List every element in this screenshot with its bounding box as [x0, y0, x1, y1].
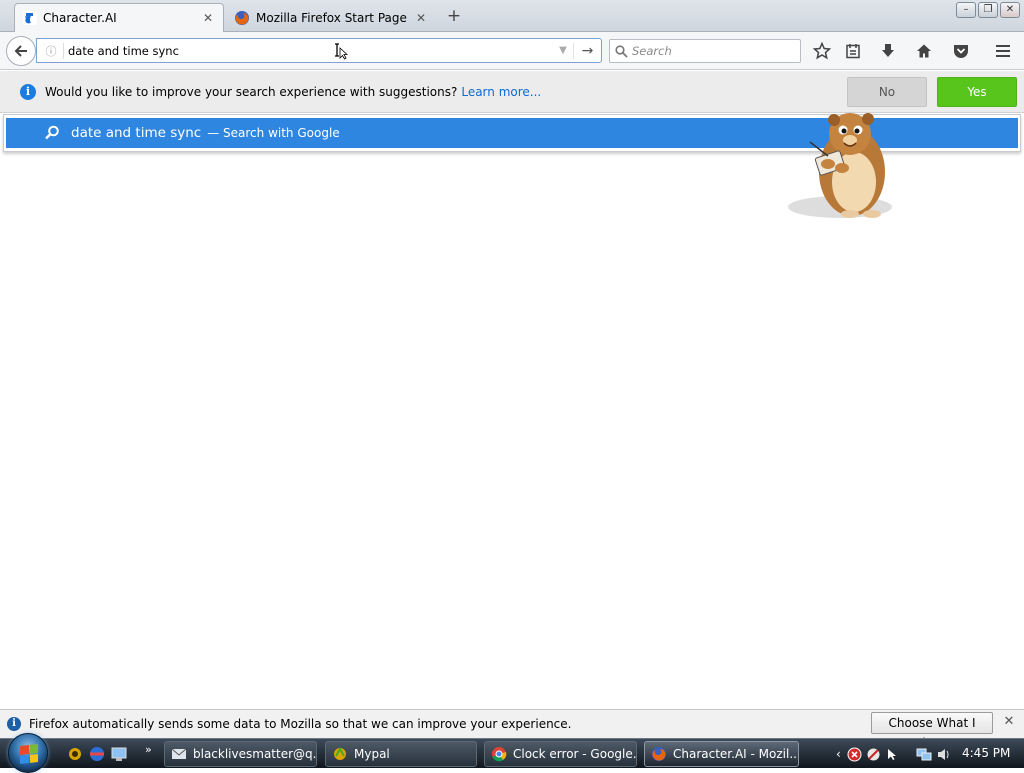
chrome-icon	[492, 747, 507, 762]
pocket-icon[interactable]	[948, 39, 974, 63]
bookmark-star-icon[interactable]	[809, 39, 835, 63]
minimize-icon[interactable]: –	[956, 2, 976, 18]
security-alert-icon[interactable]	[847, 747, 862, 762]
close-icon[interactable]: ✕	[1002, 714, 1016, 732]
home-icon[interactable]	[911, 39, 937, 63]
autocomplete-action: — Search with Google	[207, 126, 340, 140]
close-tab-icon[interactable]: ✕	[414, 11, 428, 25]
url-separator	[63, 42, 64, 59]
taskbar-item-firefox[interactable]: Character.AI - Mozil...	[644, 741, 799, 767]
system-tray: ‹	[836, 739, 952, 769]
taskbar-item-label: Clock error - Google...	[513, 747, 637, 761]
close-window-icon[interactable]: ✕	[1000, 2, 1020, 18]
quicklaunch-overflow-icon[interactable]: »	[145, 743, 152, 756]
taskbar-item-chrome[interactable]: Clock error - Google...	[484, 741, 637, 767]
autocomplete-query: date and time sync	[71, 125, 202, 141]
yes-button[interactable]: Yes	[937, 77, 1017, 107]
info-icon: i	[7, 717, 21, 731]
start-button[interactable]	[8, 733, 48, 773]
firefox-icon	[234, 10, 250, 26]
navigation-toolbar: ⓘ ▼ →	[0, 32, 1024, 70]
search-icon	[610, 44, 632, 58]
network-icon[interactable]	[916, 747, 932, 762]
tab-strip: ꞇ Character.AI ✕ Mozilla Firefox Start P…	[0, 0, 1024, 32]
go-arrow-icon[interactable]: →	[573, 42, 601, 59]
no-button[interactable]: No	[847, 77, 927, 107]
quicklaunch-app-icon[interactable]	[66, 746, 84, 762]
search-icon	[44, 125, 60, 141]
windows-taskbar: » blacklivesmatter@q... Mypal Clock erro…	[0, 733, 1024, 773]
back-arrow-icon	[14, 45, 27, 57]
downloads-icon[interactable]	[875, 39, 901, 63]
tab-label: Mozilla Firefox Start Page	[256, 10, 407, 25]
bookmarks-menu-icon[interactable]	[840, 39, 866, 63]
suggestions-message: Would you like to improve your search ex…	[45, 84, 458, 99]
url-input[interactable]	[68, 43, 553, 58]
choose-what-i-share-button[interactable]: Choose What I Share	[871, 712, 993, 750]
window-controls: – ❐ ✕	[956, 2, 1020, 18]
url-bar[interactable]: ⓘ ▼ →	[36, 38, 602, 63]
tab-character-ai[interactable]: ꞇ Character.AI ✕	[14, 3, 224, 32]
history-dropdown-icon[interactable]: ▼	[553, 45, 573, 56]
tray-app-icon[interactable]	[866, 747, 881, 762]
learn-more-link[interactable]: Learn more...	[461, 85, 541, 99]
taskbar-item-mypal[interactable]: Mypal	[325, 741, 477, 767]
back-button[interactable]	[6, 36, 36, 66]
taskbar-clock[interactable]: 4:45 PM	[962, 746, 1010, 760]
email-icon	[171, 748, 187, 759]
firefox-icon	[652, 747, 666, 761]
restore-icon[interactable]: ❐	[978, 2, 998, 18]
new-tab-button[interactable]: +	[444, 5, 464, 27]
data-reporting-message: Firefox automatically sends some data to…	[29, 717, 572, 731]
info-icon: i	[20, 83, 36, 100]
quicklaunch-browser-icon[interactable]	[88, 746, 106, 762]
taskbar-item-label: Mypal	[354, 747, 390, 761]
site-info-icon[interactable]: ⓘ	[41, 43, 61, 59]
show-desktop-icon[interactable]	[110, 746, 128, 762]
taskbar-item-label: Character.AI - Mozil...	[673, 747, 799, 761]
tray-overflow-icon[interactable]: ‹	[836, 747, 841, 761]
taskbar-item-email[interactable]: blacklivesmatter@q...	[164, 741, 317, 767]
tab-firefox-start[interactable]: Mozilla Firefox Start Page ✕	[226, 3, 436, 32]
taskbar-item-label: blacklivesmatter@q...	[193, 747, 317, 761]
search-bar[interactable]	[609, 39, 801, 63]
search-input[interactable]	[632, 44, 800, 58]
tab-label: Character.AI	[43, 11, 117, 25]
windows-logo-icon	[20, 744, 38, 764]
close-tab-icon[interactable]: ✕	[201, 11, 215, 25]
menu-hamburger-icon[interactable]	[990, 39, 1016, 63]
hamster-desktop-pet[interactable]	[780, 110, 900, 225]
mypal-icon	[334, 746, 346, 760]
tray-pointer-icon[interactable]	[885, 747, 900, 762]
text-cursor-icon	[335, 43, 349, 60]
character-ai-icon: ꞇ	[23, 11, 37, 26]
volume-icon[interactable]	[936, 747, 952, 762]
